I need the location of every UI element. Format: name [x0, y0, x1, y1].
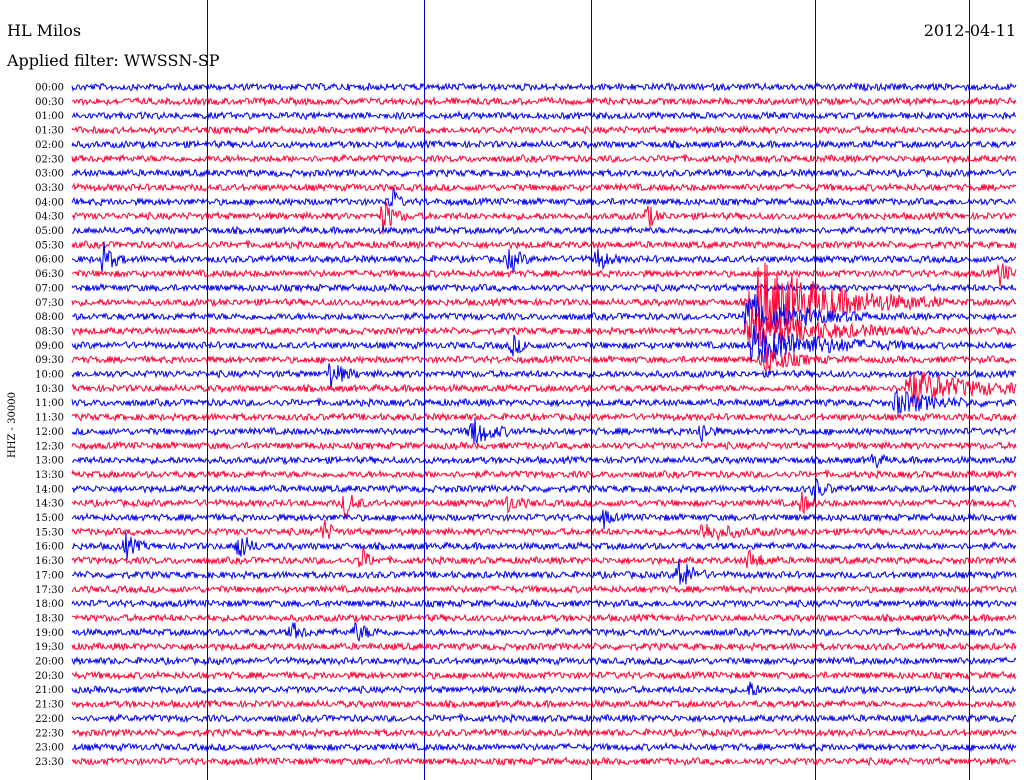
row-time-label: 02:00: [35, 140, 64, 151]
row-time-label: 22:30: [35, 728, 64, 739]
trace-row-0030: [71, 95, 1017, 107]
trace-row-2330: [71, 756, 1017, 767]
row-time-label: 20:30: [35, 671, 64, 682]
row-time-label: 09:30: [35, 355, 64, 366]
trace-row-0100: [71, 110, 1017, 121]
row-time-label: 14:30: [35, 499, 64, 510]
row-time-label: 21:00: [35, 685, 64, 696]
row-time-label: 12:30: [35, 441, 64, 452]
trace-row-1300: [71, 453, 1017, 470]
trace-row-1830: [71, 612, 1017, 623]
trace-row-1900: [71, 621, 1017, 643]
row-time-label: 05:30: [35, 240, 64, 251]
station-title: HL Milos: [7, 21, 81, 40]
trace-row-0230: [71, 153, 1017, 164]
trace-row-0130: [71, 124, 1017, 136]
row-time-label: 03:00: [35, 169, 64, 180]
trace-row-1130: [71, 411, 1017, 423]
trace-row-0200: [71, 139, 1017, 150]
trace-row-1530: [71, 519, 1017, 542]
trace-row-1230: [71, 440, 1017, 452]
trace-row-0400: [71, 187, 1017, 208]
row-time-label: 00:30: [35, 97, 64, 108]
row-time-label: 07:00: [35, 283, 64, 294]
trace-row-2100: [71, 681, 1017, 696]
helicorder-chart: 00:00 00:30 01:00 01:30 02:00 02:30 03:00 03:30…: [6, 0, 1017, 780]
row-time-label: 11:30: [35, 413, 64, 424]
trace-row-1400: [71, 478, 1017, 503]
seismic-traces: [71, 81, 1017, 767]
trace-row-2000: [71, 655, 1017, 667]
row-time-label: 22:00: [35, 714, 64, 725]
row-time-label: 04:30: [35, 212, 64, 223]
trace-row-2200: [71, 712, 1017, 724]
row-time-label: 23:30: [35, 757, 64, 768]
row-time-label: 17:00: [35, 570, 64, 581]
row-time-label: 15:00: [35, 513, 64, 524]
trace-row-2300: [71, 741, 1017, 753]
row-time-label: 15:30: [35, 527, 64, 538]
record-date: 2012-04-11: [924, 21, 1016, 40]
trace-row-0530: [71, 239, 1017, 251]
row-time-label: 06:30: [35, 269, 64, 280]
row-time-label: 18:00: [35, 599, 64, 610]
trace-row-0630: [71, 263, 1017, 287]
row-time-label: 00:00: [35, 83, 64, 94]
row-time-label: 10:00: [35, 370, 64, 381]
time-tick-labels: 00:00 00:30 01:00 01:30 02:00 02:30 03:00 03:30…: [35, 83, 64, 768]
row-time-label: 07:30: [35, 298, 64, 309]
trace-row-1930: [71, 641, 1017, 652]
trace-row-1600: [71, 532, 1017, 561]
row-time-label: 05:00: [35, 226, 64, 237]
row-time-label: 09:00: [35, 341, 64, 352]
row-time-label: 19:00: [35, 628, 64, 639]
trace-row-1100: [71, 389, 1017, 416]
row-time-label: 16:00: [35, 542, 64, 553]
row-time-label: 13:00: [35, 456, 64, 467]
row-time-label: 18:30: [35, 613, 64, 624]
trace-row-0700: [71, 282, 1017, 294]
trace-row-1330: [71, 468, 1017, 480]
row-time-label: 23:00: [35, 743, 64, 754]
row-time-label: 04:00: [35, 197, 64, 208]
row-time-label: 13:30: [35, 470, 64, 481]
trace-row-1000: [71, 363, 1017, 390]
trace-row-2230: [71, 727, 1017, 738]
row-time-label: 02:30: [35, 154, 64, 165]
trace-row-1730: [71, 583, 1017, 595]
row-time-label: 21:30: [35, 700, 64, 711]
row-time-label: 14:00: [35, 484, 64, 495]
row-time-label: 06:00: [35, 255, 64, 266]
row-time-label: 01:30: [35, 126, 64, 137]
row-time-label: 08:30: [35, 326, 64, 337]
trace-row-1500: [71, 509, 1017, 530]
trace-row-2030: [71, 670, 1017, 681]
trace-row-1800: [71, 598, 1017, 609]
trace-row-0330: [71, 182, 1017, 193]
row-time-label: 10:30: [35, 384, 64, 395]
row-time-label: 17:30: [35, 585, 64, 596]
trace-row-0500: [71, 225, 1017, 236]
trace-row-0000: [71, 81, 1017, 93]
row-time-label: 12:00: [35, 427, 64, 438]
row-time-label: 19:30: [35, 642, 64, 653]
trace-row-1200: [71, 417, 1017, 445]
row-time-label: 08:00: [35, 312, 64, 323]
row-time-label: 01:00: [35, 111, 64, 122]
trace-row-0930: [71, 345, 1017, 374]
trace-row-2130: [71, 698, 1017, 710]
filter-label: Applied filter: WWSSN-SP: [6, 51, 220, 70]
row-time-label: 03:30: [35, 183, 64, 194]
row-time-label: 20:00: [35, 657, 64, 668]
trace-row-0300: [71, 168, 1017, 179]
row-time-label: 11:00: [35, 398, 64, 409]
row-time-label: 16:30: [35, 556, 64, 567]
channel-label: HHZ - 30000: [7, 392, 18, 458]
